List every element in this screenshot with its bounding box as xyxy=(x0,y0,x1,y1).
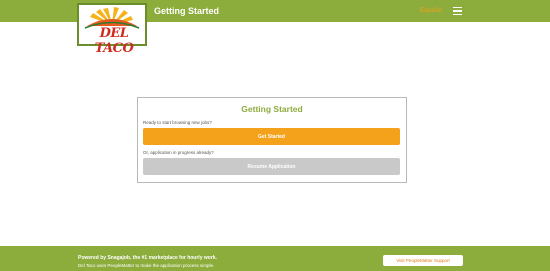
card-title: Getting Started xyxy=(241,104,303,114)
get-started-button[interactable]: Get Started xyxy=(143,128,400,145)
menu-icon-bar xyxy=(453,10,462,12)
del-taco-logo[interactable]: DEL TACO xyxy=(77,3,147,56)
menu-icon-bar xyxy=(453,7,462,9)
footer-description: Del Taco uses PeopleMatter to make the a… xyxy=(78,263,215,268)
getting-started-card: Getting Started Ready to start browsing … xyxy=(137,97,407,183)
resume-application-button[interactable]: Resume Application xyxy=(143,158,400,175)
resume-prompt: Or, application in progress already? xyxy=(143,150,214,155)
menu-icon[interactable] xyxy=(453,7,462,15)
footer-powered-by: Powered by Snagajob, the #1 marketplace … xyxy=(78,255,217,261)
logo-wordmark: DEL TACO xyxy=(94,26,134,56)
menu-icon-bar xyxy=(453,13,462,15)
language-link[interactable]: Español xyxy=(420,8,442,14)
support-button[interactable]: Visit PeopleMatter Support xyxy=(383,255,463,266)
start-prompt: Ready to start browsing new jobs? xyxy=(143,120,212,125)
page-title: Getting Started xyxy=(154,6,220,16)
